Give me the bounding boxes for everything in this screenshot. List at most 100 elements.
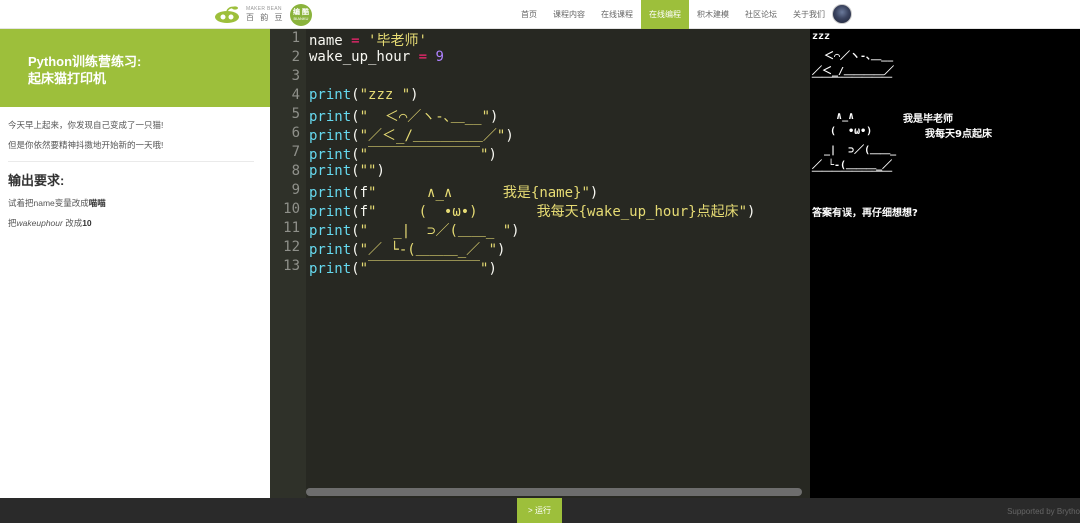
output-line: ＜⌒／ヽ-､＿__ (812, 51, 894, 62)
string-literal: "／ └-(＿＿＿_／ " (359, 242, 498, 258)
code-line-12[interactable]: print("／ └-(＿＿＿_／ ") (309, 239, 505, 259)
print-function: print (309, 242, 352, 258)
top-navigation-bar: MAKER BEAN 百 韵 豆 编 酷 BIANKU 首页 课程内容 在线课程… (0, 0, 1080, 29)
output-greeting: 我是毕老师 (903, 114, 953, 125)
output-line: ( •ω•) (812, 126, 873, 137)
string-literal: " _| ⊃／(＿＿_ " (359, 223, 512, 239)
requirement-1-target: 喵喵 (88, 198, 106, 208)
nav-item-community-forum[interactable]: 社区论坛 (737, 0, 785, 29)
string-literal: " ＜⌒／ヽ-､＿__" (359, 109, 491, 125)
nav-item-block-modeling[interactable]: 积木建模 (689, 0, 737, 29)
line-number: 3 (291, 68, 300, 84)
code-line-6[interactable]: print("／＜_/＿＿＿＿＿／") (309, 125, 514, 145)
code-line-10[interactable]: print(f" ( •ω•) 我每天{wake_up_hour}点起床") (309, 201, 755, 221)
code-line-2[interactable]: wake_up_hour = 9 (309, 49, 444, 65)
divider (8, 161, 254, 162)
string-literal: "￣￣￣￣￣￣￣￣" (359, 261, 489, 277)
nav-item-course-content[interactable]: 课程内容 (545, 0, 593, 29)
line-number: 7 (291, 144, 300, 160)
requirement-2-target: 10 (82, 218, 92, 228)
output-wakeup: 我每天9点起床 (925, 129, 992, 140)
requirement-1-text: 试着把name变量改成 (8, 198, 89, 208)
output-line: zzz (812, 31, 831, 42)
assign-operator: = (342, 33, 369, 49)
code-line-4[interactable]: print("zzz ") (309, 87, 419, 103)
print-function: print (309, 163, 352, 179)
print-function: print (309, 204, 352, 220)
line-number: 4 (291, 87, 300, 103)
string-literal: " ( •ω•) 我每天{wake_up_hour}点起床" (368, 204, 748, 220)
badge-main-text: 编 酷 (293, 9, 309, 16)
site-logo[interactable]: MAKER BEAN 百 韵 豆 (212, 3, 284, 26)
line-number: 8 (291, 163, 300, 179)
bottom-bar: > 运行 Supported by Brytho (0, 498, 1080, 523)
f-string-prefix: f (359, 185, 369, 201)
instruction-panel: Python训练营练习: 起床猫打印机 今天早上起来，你发现自己变成了一只猫! … (0, 29, 270, 498)
string-literal: "zzz " (359, 87, 411, 103)
code-line-11[interactable]: print(" _| ⊃／(＿＿_ ") (309, 220, 520, 240)
line-number: 2 (291, 49, 300, 65)
string-literal: "／＜_/＿＿＿＿＿／" (359, 128, 506, 144)
exercise-title-line-2: 起床猫打印机 (28, 71, 107, 86)
editor-horizontal-scrollbar[interactable] (306, 488, 802, 496)
variable-name: name (309, 33, 343, 49)
code-line-1[interactable]: name = '毕老师' (309, 30, 427, 50)
run-button[interactable]: > 运行 (517, 498, 562, 523)
intro-text-1: 今天早上起来，你发现自己变成了一只猫! (8, 120, 164, 130)
assign-operator: = (410, 49, 436, 65)
variable-name: wake_up_hour (309, 49, 411, 65)
code-line-13[interactable]: print("￣￣￣￣￣￣￣￣") (309, 258, 497, 278)
code-editor[interactable]: 1 2 3 4 5 6 7 8 9 10 11 12 13 name = '毕老… (270, 29, 810, 498)
line-number: 5 (291, 106, 300, 122)
string-literal: " ∧_∧ 我是{name}" (368, 185, 590, 201)
line-number: 11 (283, 220, 300, 236)
logo-english-text: MAKER BEAN (246, 6, 282, 12)
line-number-gutter: 1 2 3 4 5 6 7 8 9 10 11 12 13 (270, 29, 306, 498)
requirement-2: 把wakeuphour 改成10 (8, 213, 262, 233)
nav-item-online-programming[interactable]: 在线编程 (641, 0, 689, 29)
output-console: zzz ＜⌒／ヽ-､＿__ ／＜_/＿＿＿＿／ ￣￣￣￣￣￣￣￣ ∧_∧ 我是毕… (810, 29, 1080, 498)
bianku-badge-logo[interactable]: 编 酷 BIANKU (290, 4, 312, 26)
print-function: print (309, 223, 352, 239)
print-function: print (309, 87, 352, 103)
requirement-2-variable: wakeuphour (16, 218, 63, 228)
code-line-7[interactable]: print("￣￣￣￣￣￣￣￣") (309, 144, 497, 164)
bean-logo-icon (215, 5, 239, 23)
requirement-2-mid: 改成 (62, 218, 83, 228)
output-line: ∧_∧ (812, 111, 855, 122)
nav-item-online-course[interactable]: 在线课程 (593, 0, 641, 29)
string-literal: "" (359, 163, 377, 179)
line-number: 6 (291, 125, 300, 141)
code-line-5[interactable]: print(" ＜⌒／ヽ-､＿__") (309, 106, 498, 126)
result-feedback: 答案有误，再仔细想想? (812, 208, 918, 219)
line-number: 12 (283, 239, 300, 255)
code-line-9[interactable]: print(f" ∧_∧ 我是{name}") (309, 182, 598, 202)
print-function: print (309, 109, 352, 125)
nav-item-about-us[interactable]: 关于我们 (785, 0, 833, 29)
output-line: ￣￣￣￣￣￣￣￣ (812, 78, 892, 89)
print-function: print (309, 128, 352, 144)
user-avatar[interactable] (832, 4, 852, 24)
nav-item-home[interactable]: 首页 (513, 0, 545, 29)
output-line: ￣￣￣￣￣￣￣￣ (812, 172, 892, 183)
intro-text-2: 但是你依然要精神抖擞地开始新的一天哦! (8, 140, 164, 150)
line-number: 1 (291, 30, 300, 46)
supported-by-text: Supported by Brytho (1007, 507, 1080, 516)
number-literal: 9 (435, 49, 444, 65)
print-function: print (309, 261, 352, 277)
output-line: _| ⊃／(＿＿_ (812, 145, 897, 156)
code-line-8[interactable]: print("") (309, 163, 385, 179)
line-number: 13 (283, 258, 300, 274)
print-function: print (309, 185, 352, 201)
exercise-title-line-1: Python训练营练习: (28, 54, 142, 69)
print-function: print (309, 147, 352, 163)
exercise-title-block: Python训练营练习: 起床猫打印机 (0, 29, 270, 107)
requirement-2-text: 把 (8, 218, 17, 228)
line-number: 10 (283, 201, 300, 217)
requirements-heading: 输出要求: (8, 173, 65, 188)
f-string-prefix: f (359, 204, 369, 220)
badge-sub-text: BIANKU (293, 16, 309, 21)
string-literal: '毕老师' (368, 33, 427, 49)
main-nav: 首页 课程内容 在线课程 在线编程 积木建模 社区论坛 关于我们 (513, 0, 833, 29)
line-number: 9 (291, 182, 300, 198)
